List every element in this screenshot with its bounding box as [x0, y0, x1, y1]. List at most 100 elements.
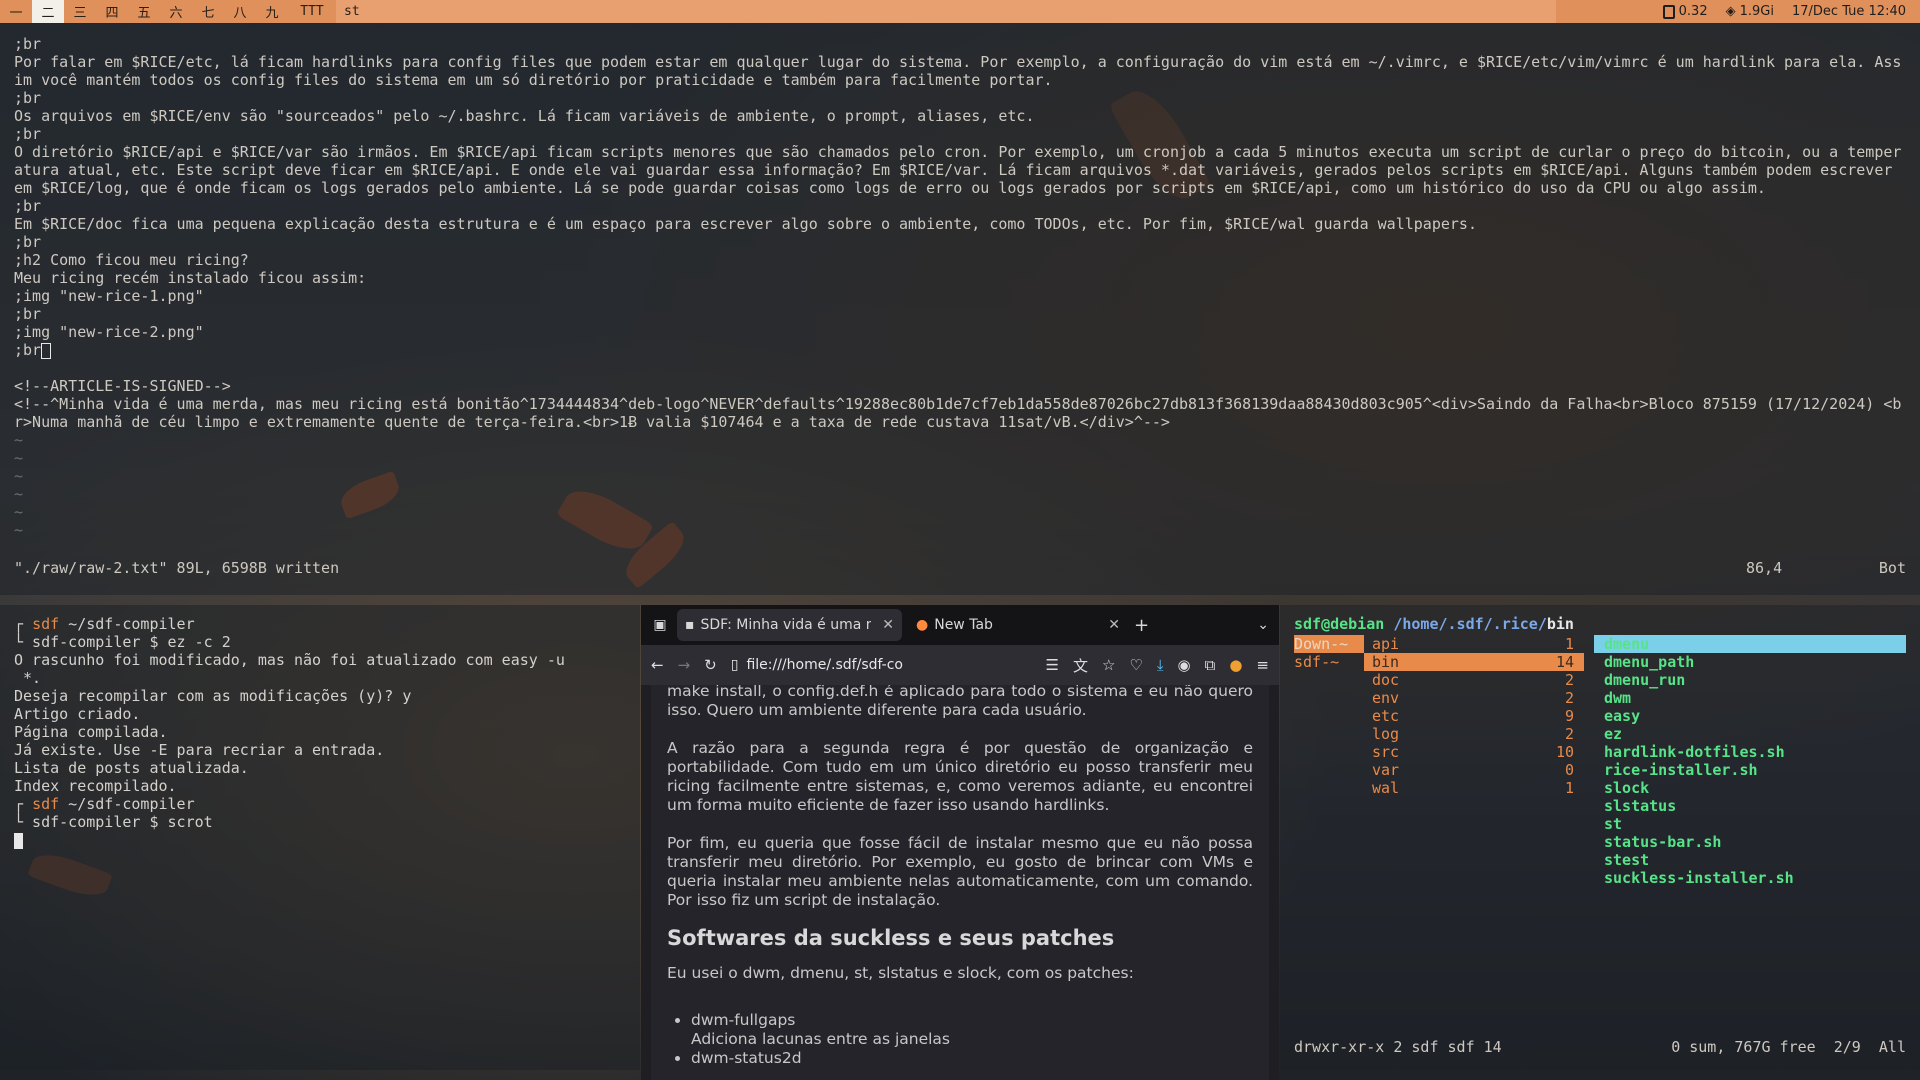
vim-tilde: ~ — [14, 485, 24, 503]
vim-tilde: ~ — [14, 521, 24, 539]
vim-editor[interactable]: ;br Por falar em $RICE/etc, lá ficam har… — [0, 23, 1920, 595]
file-entry[interactable]: suckless-installer.sh — [1594, 869, 1906, 887]
dir-name: doc — [1372, 671, 1400, 689]
ranger-statusline: drwxr-xr-x 2 sdf sdf 14 0 sum, 767G free… — [1294, 1038, 1906, 1056]
close-tab-icon[interactable]: ✕ — [882, 617, 894, 633]
tab-overview-icon[interactable]: ▣ — [649, 617, 671, 633]
extensions-icon[interactable]: ⧉ — [1205, 656, 1216, 674]
account-icon[interactable]: ◉ — [1178, 656, 1191, 674]
vim-line: Em $RICE/doc fica uma pequena explicação… — [14, 215, 1477, 233]
pocket-icon[interactable]: ♡ — [1129, 656, 1142, 674]
file-entry[interactable]: rice-installer.sh — [1594, 761, 1906, 779]
file-entry[interactable]: st — [1594, 815, 1906, 833]
list-tabs-icon[interactable]: ⌄ — [1257, 617, 1269, 633]
dir-entry-selected[interactable]: bin 14 — [1364, 653, 1584, 671]
list-item: dwm-status2d — [691, 1049, 1253, 1068]
parent-item[interactable]: sdf-~ — [1294, 653, 1364, 671]
bookmark-star-icon[interactable]: ☆ — [1102, 656, 1115, 674]
output-line: Artigo criado. — [14, 705, 141, 723]
forward-icon[interactable]: → — [678, 656, 691, 674]
vim-line: O diretório $RICE/api e $RICE/var são ir… — [14, 143, 1902, 197]
prompt-user: sdf — [32, 795, 60, 813]
tab-sdf-article[interactable]: ▪ SDF: Minha vida é uma m ✕ — [677, 609, 902, 641]
dir-name: env — [1372, 689, 1400, 707]
translate-icon[interactable]: 文 — [1073, 655, 1088, 676]
tag-4[interactable]: 四 — [96, 0, 128, 23]
file-entry[interactable]: ez — [1594, 725, 1906, 743]
battery-value: 0.32 — [1678, 4, 1708, 19]
parent-column: Down-~ sdf-~ — [1294, 635, 1364, 887]
vim-tilde: ~ — [14, 449, 24, 467]
vim-line: ;br — [14, 305, 42, 323]
tag-1[interactable]: 一 — [0, 0, 32, 23]
tag-3[interactable]: 三 — [64, 0, 96, 23]
file-entry[interactable]: slstatus — [1594, 797, 1906, 815]
close-tab-icon[interactable]: ✕ — [1108, 617, 1120, 633]
dir-entry[interactable]: etc 9 — [1364, 707, 1584, 725]
terminal[interactable]: ┌ sdf ~/sdf-compiler └ sdf-compiler $ ez… — [0, 605, 640, 1070]
file-entry[interactable]: slock — [1594, 779, 1906, 797]
file-entry[interactable]: dwm — [1594, 689, 1906, 707]
layout-indicator[interactable]: TTT — [288, 4, 336, 19]
dir-name: etc — [1372, 707, 1400, 725]
vim-line: ;br — [14, 125, 42, 143]
command-line: └ sdf-compiler $ ez -c 2 — [14, 633, 231, 651]
tab-new-tab[interactable]: ● New Tab ✕ — [908, 609, 1128, 641]
paragraph: Por fim, eu queria que fosse fácil de in… — [667, 834, 1253, 909]
command-line: └ sdf-compiler $ scrot — [14, 813, 213, 831]
dir-entry[interactable]: log 2 — [1364, 725, 1584, 743]
file-entry[interactable]: status-bar.sh — [1594, 833, 1906, 851]
page-content[interactable]: make install, o config.def.h é aplicado … — [651, 685, 1269, 1080]
file-entry[interactable]: stest — [1594, 851, 1906, 869]
ranger-permissions: drwxr-xr-x 2 sdf sdf 14 — [1294, 1038, 1502, 1056]
download-icon[interactable]: ⤓ — [1157, 656, 1164, 674]
dir-count: 9 — [1564, 707, 1574, 725]
dir-entry[interactable]: src 10 — [1364, 743, 1584, 761]
extension-icon[interactable]: ● — [1229, 656, 1242, 674]
reload-icon[interactable]: ↻ — [704, 656, 717, 674]
vim-line: Por falar em $RICE/etc, lá ficam hardlin… — [14, 53, 1902, 89]
output-line: Index recompilado. — [14, 777, 177, 795]
dir-count: 2 — [1564, 725, 1574, 743]
ranger-user-host: sdf@debian — [1294, 615, 1385, 633]
back-icon[interactable]: ← — [651, 656, 664, 674]
ranger-columns: Down-~ sdf-~ api 1 bin 14 doc 2 env 2 etc 9 l… — [1294, 635, 1906, 887]
nav-toolbar: ← → ↻ ▯ file:///home/.sdf/sdf-co ☰ 文 ☆ ♡… — [641, 645, 1279, 685]
vim-cursor — [41, 342, 52, 359]
tag-6[interactable]: 六 — [160, 0, 192, 23]
status-area: 0.32 ◈ 1.9Gi 17/Dec Tue 12:40 — [1662, 4, 1920, 19]
vim-line: Os arquivos em $RICE/env são "sourceados… — [14, 107, 1035, 125]
file-entry-selected[interactable]: dmenu — [1594, 635, 1906, 653]
preview-column: dmenu dmenu_path dmenu_run dwm easy ez h… — [1594, 635, 1906, 887]
menu-icon[interactable]: ≡ — [1256, 656, 1269, 674]
dir-name: log — [1372, 725, 1400, 743]
ranger-file-manager[interactable]: sdf@debian /home/.sdf/.rice/bin Down-~ s… — [1280, 605, 1920, 1070]
dir-entry[interactable]: api 1 — [1364, 635, 1584, 653]
url-bar[interactable]: ▯ file:///home/.sdf/sdf-co — [731, 657, 1032, 673]
vim-tilde: ~ — [14, 503, 24, 521]
dir-entry[interactable]: env 2 — [1364, 689, 1584, 707]
tag-5[interactable]: 五 — [128, 0, 160, 23]
file-entry[interactable]: dmenu_run — [1594, 671, 1906, 689]
tag-9[interactable]: 九 — [256, 0, 288, 23]
ranger-path: sdf@debian /home/.sdf/.rice/bin — [1294, 615, 1906, 633]
file-entry[interactable]: hardlink-dotfiles.sh — [1594, 743, 1906, 761]
new-tab-icon[interactable]: + — [1134, 615, 1149, 636]
browser-window: ▣ ▪ SDF: Minha vida é uma m ✕ ● New Tab … — [641, 605, 1279, 1080]
dir-entry[interactable]: doc 2 — [1364, 671, 1584, 689]
file-entry[interactable]: easy — [1594, 707, 1906, 725]
reader-view-icon[interactable]: ☰ — [1046, 656, 1059, 674]
page-icon: ▯ — [730, 657, 739, 673]
dir-count: 10 — [1555, 743, 1574, 761]
file-entry[interactable]: dmenu_path — [1594, 653, 1906, 671]
parent-item[interactable]: Down-~ — [1294, 635, 1364, 653]
vim-line — [14, 359, 1906, 377]
dir-entry[interactable]: wal 1 — [1364, 779, 1584, 797]
dir-count: 1 — [1564, 635, 1574, 653]
dir-count: 0 — [1564, 761, 1574, 779]
tag-7[interactable]: 七 — [192, 0, 224, 23]
tag-8[interactable]: 八 — [224, 0, 256, 23]
dir-entry[interactable]: var 0 — [1364, 761, 1584, 779]
ranger-dir: /home/.sdf/.rice/ — [1384, 615, 1547, 633]
tag-2[interactable]: 二 — [32, 0, 64, 23]
